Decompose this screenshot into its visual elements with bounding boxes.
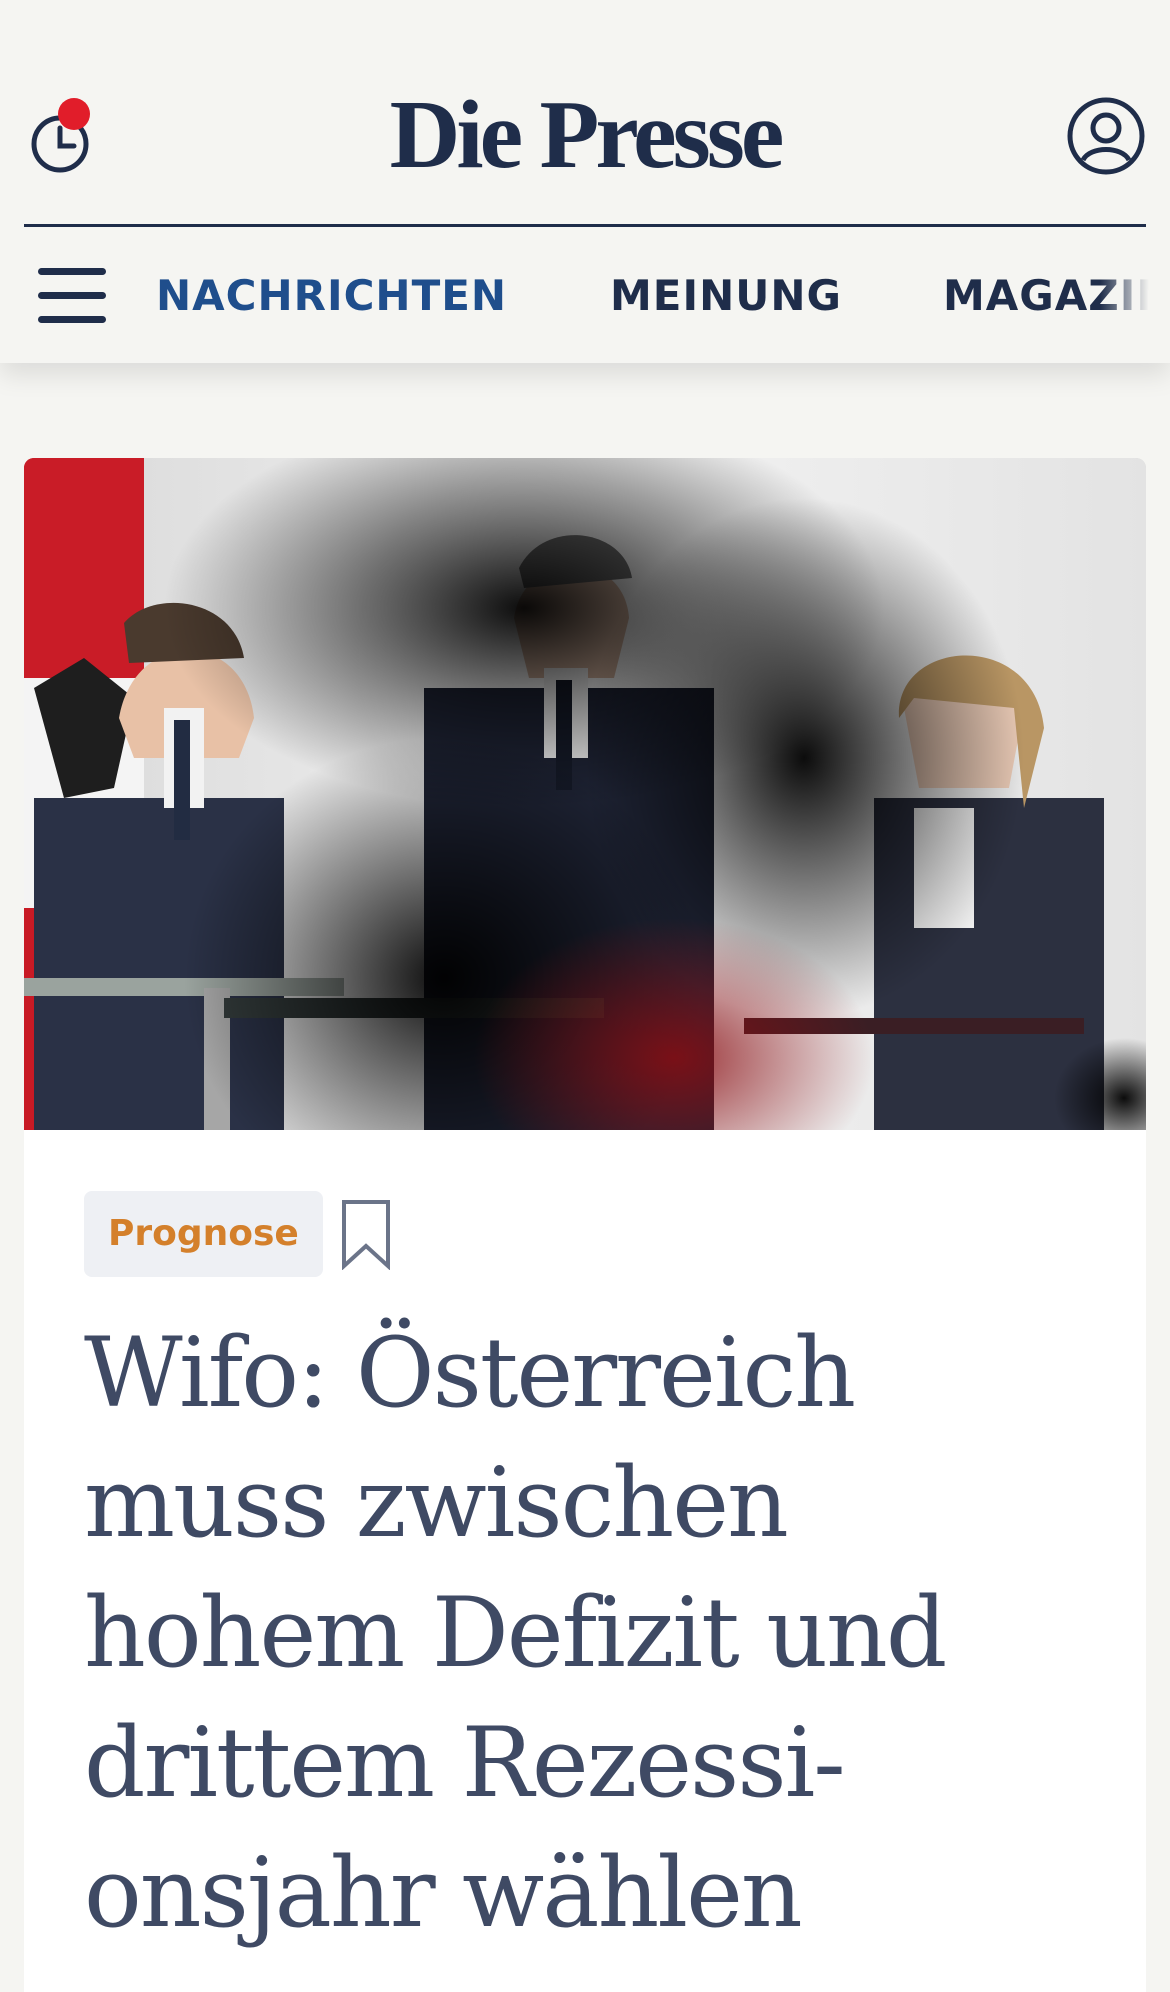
bookmark-button[interactable] bbox=[338, 1198, 394, 1271]
bookmark-icon bbox=[342, 1200, 390, 1271]
nav-item-nachrichten[interactable]: NACHRICHTEN bbox=[156, 268, 507, 324]
site-header: Die Presse NACHRICHTEN MEINUNG MAGAZIN bbox=[0, 0, 1170, 363]
article-headline[interactable]: Wifo: Österreich muss zwischen hohem Def… bbox=[84, 1308, 1094, 1958]
nav-item-meinung[interactable]: MEINUNG bbox=[610, 268, 842, 324]
article-hero-image[interactable] bbox=[24, 458, 1146, 1130]
header-divider bbox=[24, 224, 1146, 227]
main-nav: NACHRICHTEN MEINUNG MAGAZIN bbox=[0, 268, 1170, 324]
site-logo[interactable]: Die Presse bbox=[0, 80, 1170, 190]
user-circle-icon bbox=[1067, 97, 1145, 175]
article-category-tag[interactable]: Prognose bbox=[84, 1191, 323, 1277]
nav-scroll-fade bbox=[1100, 260, 1170, 332]
account-button[interactable] bbox=[1066, 96, 1146, 176]
article-card[interactable]: Prognose Wifo: Österreich muss zwischen … bbox=[24, 458, 1146, 1992]
